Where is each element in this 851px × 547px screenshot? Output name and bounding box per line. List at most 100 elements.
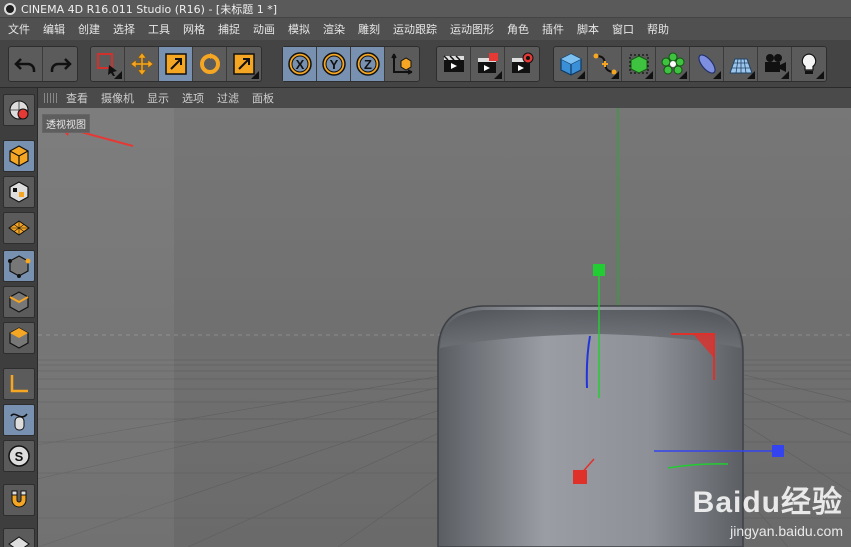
menu-help[interactable]: 帮助 <box>647 21 669 37</box>
grid-button[interactable] <box>3 528 35 547</box>
live-selection-button[interactable] <box>91 47 125 81</box>
grid-icon <box>8 536 30 547</box>
floor-button[interactable] <box>724 47 758 81</box>
render-picture-viewer-button[interactable] <box>471 47 505 81</box>
scale-button[interactable] <box>159 47 193 81</box>
watermark-url: jingyan.baidu.com <box>730 523 843 539</box>
title-bar: CINEMA 4D R16.011 Studio (R16) - [未标题 1 … <box>0 0 851 18</box>
deformer-button[interactable] <box>690 47 724 81</box>
z-axis-lock-icon: Z <box>355 52 380 76</box>
menu-plugins[interactable]: 插件 <box>542 21 564 37</box>
texture-mode-button[interactable] <box>3 176 35 208</box>
viewport-menu-options[interactable]: 选项 <box>182 90 204 106</box>
menu-create[interactable]: 创建 <box>78 21 100 37</box>
render-view-button[interactable] <box>437 47 471 81</box>
edges-mode-button[interactable] <box>3 286 35 318</box>
cinema4d-logo-icon <box>4 2 16 15</box>
subdivision-button[interactable] <box>622 47 656 81</box>
snap-icon: S <box>8 445 30 467</box>
move-button[interactable] <box>125 47 159 81</box>
menu-animate[interactable]: 动画 <box>253 21 275 37</box>
axis-mode-button[interactable] <box>3 368 35 400</box>
menu-select[interactable]: 选择 <box>113 21 135 37</box>
menu-motion-tracking[interactable]: 运动跟踪 <box>393 21 437 37</box>
main-toolbar: X Y Z <box>0 40 851 88</box>
menu-mograph[interactable]: 运动图形 <box>450 21 494 37</box>
magnet-button[interactable] <box>3 484 35 516</box>
z-axis-handle[interactable] <box>772 445 784 457</box>
window-title: CINEMA 4D R16.011 Studio (R16) - [未标题 1 … <box>21 2 278 16</box>
undo-redo-group <box>8 46 78 82</box>
perspective-viewport[interactable]: 透视视图 Baidu经验 jingyan.baidu.com <box>38 108 851 547</box>
workplane-icon <box>8 220 30 236</box>
viewport-menu-cameras[interactable]: 摄像机 <box>101 90 134 106</box>
viewport-menu-panel[interactable]: 面板 <box>252 90 274 106</box>
cloner-button[interactable] <box>656 47 690 81</box>
coordinate-system-button[interactable] <box>385 47 419 81</box>
menu-render[interactable]: 渲染 <box>323 21 345 37</box>
y-axis-label: Y <box>329 57 338 72</box>
cube-icon <box>559 53 582 76</box>
scale-icon <box>164 53 187 75</box>
coordinate-system-icon <box>391 53 413 75</box>
snap-button[interactable]: S <box>3 440 35 472</box>
viewport-menu-view[interactable]: 查看 <box>66 90 88 106</box>
light-button[interactable] <box>792 47 826 81</box>
x-axis-handle[interactable] <box>573 470 587 484</box>
axis-mode-icon <box>10 375 28 393</box>
z-axis-lock-button[interactable]: Z <box>351 47 385 81</box>
menu-script[interactable]: 脚本 <box>577 21 599 37</box>
render-group <box>436 46 540 82</box>
x-axis-lock-button[interactable]: X <box>283 47 317 81</box>
menu-edit[interactable]: 编辑 <box>43 21 65 37</box>
recent-tool-icon <box>233 53 255 75</box>
baidu-watermark: Baidu经验 jingyan.baidu.com <box>693 477 843 539</box>
spline-icon <box>593 53 616 75</box>
model-mode-button[interactable] <box>3 140 35 172</box>
menu-tools[interactable]: 工具 <box>148 21 170 37</box>
tool-mode-button[interactable] <box>3 94 35 126</box>
svg-text:S: S <box>15 449 24 464</box>
z-axis-label: Z <box>364 57 372 72</box>
render-view-icon <box>442 55 464 72</box>
points-mode-icon <box>8 255 31 278</box>
viewport-name-label: 透视视图 <box>42 114 90 133</box>
menu-character[interactable]: 角色 <box>507 21 529 37</box>
x-axis-lock-icon: X <box>287 52 312 76</box>
menu-sculpt[interactable]: 雕刻 <box>358 21 380 37</box>
model-mode-icon <box>9 145 29 167</box>
menu-file[interactable]: 文件 <box>8 21 30 37</box>
menu-snap[interactable]: 捕捉 <box>218 21 240 37</box>
tweak-mode-button[interactable] <box>3 404 35 436</box>
x-axis-label: X <box>295 57 304 72</box>
light-icon <box>801 53 817 74</box>
undo-icon <box>13 58 35 72</box>
camera-button[interactable] <box>758 47 792 81</box>
live-selection-icon <box>96 53 117 76</box>
transform-tools-group <box>90 46 262 82</box>
y-axis-handle[interactable] <box>593 264 605 276</box>
cube-button[interactable] <box>554 47 588 81</box>
rotate-button[interactable] <box>193 47 227 81</box>
cloner-icon <box>661 52 684 75</box>
redo-button[interactable] <box>43 47 77 81</box>
render-settings-icon <box>512 52 534 73</box>
viewport-menu-filter[interactable]: 过滤 <box>217 90 239 106</box>
move-icon <box>130 52 153 76</box>
y-axis-lock-icon: Y <box>321 52 346 76</box>
camera-icon <box>764 54 786 72</box>
menu-window[interactable]: 窗口 <box>612 21 634 37</box>
menu-simulate[interactable]: 模拟 <box>288 21 310 37</box>
spline-button[interactable] <box>588 47 622 81</box>
menu-mesh[interactable]: 网格 <box>183 21 205 37</box>
mouse-icon <box>10 413 28 431</box>
viewport-menu-display[interactable]: 显示 <box>147 90 169 106</box>
y-axis-lock-button[interactable]: Y <box>317 47 351 81</box>
recent-tool-button[interactable] <box>227 47 261 81</box>
workplane-mode-button[interactable] <box>3 212 35 244</box>
polygons-mode-button[interactable] <box>3 322 35 354</box>
render-settings-button[interactable] <box>505 47 539 81</box>
undo-button[interactable] <box>9 47 43 81</box>
points-mode-button[interactable] <box>3 250 35 282</box>
panel-grip-icon[interactable] <box>44 93 58 103</box>
